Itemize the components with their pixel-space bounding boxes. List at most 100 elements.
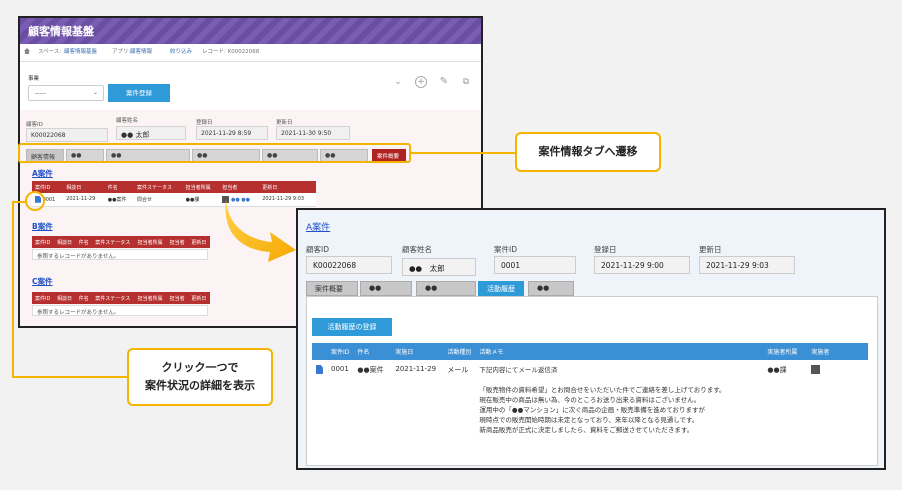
cell-status: 問合せ <box>134 193 183 207</box>
col-dept: 実施者所属 <box>763 343 808 360</box>
customer-id-value: K00022068 <box>306 256 392 274</box>
customer-id-label: 顧客ID <box>26 122 43 128</box>
copy-icon[interactable]: ⧉ <box>460 76 472 88</box>
callout-connector <box>12 202 14 378</box>
case-detail-screenshot: A案件 顧客ID K00022068 顧客姓名 ●● 太郎 案件ID 0001 … <box>296 208 886 470</box>
col-case-id: 案件ID <box>327 343 354 360</box>
breadcrumb-filter-link[interactable]: 絞り込み <box>170 47 192 55</box>
empty-message: 参照するレコードがありません。 <box>32 249 208 260</box>
customer-id-value: K00022068 <box>26 128 108 142</box>
business-select[interactable]: ----- ⌄ <box>28 85 104 101</box>
cell-subject: ●●案件 <box>357 366 384 374</box>
customer-name-label: 顧客姓名 <box>116 118 139 124</box>
col-subject: 件名 <box>75 292 93 304</box>
cell-date: 2021-11-29 <box>63 193 105 207</box>
section-a-title[interactable]: A案件 <box>32 168 53 179</box>
registered-date-value: 2021-11-29 8:59 <box>196 126 268 140</box>
chevron-down-icon: ⌄ <box>92 89 98 96</box>
tab-4[interactable]: ●● <box>528 281 574 296</box>
cell-date: 2021-11-29 <box>395 365 437 373</box>
col-subject: 件名 <box>353 343 392 360</box>
col-date: 相談日 <box>63 181 105 193</box>
home-icon[interactable] <box>24 48 30 54</box>
cell-subject: ●●案件 <box>104 193 135 207</box>
memo-line: 現時点での販売開始時期は未定となっており、来年以降となる見通しです。 <box>479 416 699 424</box>
memo-line: 下記内容にてメール返信済 <box>479 366 558 374</box>
col-icon <box>312 343 327 360</box>
customer-id-label: 顧客ID <box>306 245 329 254</box>
table-row[interactable]: 0001 ●●案件 2021-11-29 メール 下記内容にてメール返信済 「販… <box>312 360 868 440</box>
case-id-label: 案件ID <box>494 245 517 254</box>
cell-case-id: 0001 <box>331 365 349 373</box>
breadcrumb-app-label: アプリ: <box>112 49 131 55</box>
tab-bar-highlight <box>18 143 411 163</box>
col-dept: 担当者所属 <box>134 236 167 248</box>
updated-date-label: 更新日 <box>699 245 722 254</box>
col-dept: 担当者所属 <box>134 292 167 304</box>
col-person: 担当者 <box>166 292 189 304</box>
customer-name-value: ●● 太郎 <box>116 126 186 140</box>
col-updated: 更新日 <box>188 292 210 304</box>
col-type: 活動種別 <box>443 343 476 360</box>
registered-date-label: 登録日 <box>594 245 617 254</box>
col-dept: 担当者所属 <box>182 181 220 193</box>
add-icon[interactable]: + <box>415 76 427 88</box>
memo-line: 現在販売中の商品は無い為、今のところお送り出来る資料はございません。 <box>479 396 701 404</box>
app-header: 顧客情報基盤 <box>20 18 481 44</box>
col-updated: 更新日 <box>188 236 210 248</box>
breadcrumb: スペース: 顧客情報基盤 アプリ: 顧客情報 絞り込み レコード: K00022… <box>20 46 481 60</box>
section-b-title[interactable]: B案件 <box>32 221 53 232</box>
app-title: 顧客情報基盤 <box>28 25 94 38</box>
case-title[interactable]: A案件 <box>306 220 330 233</box>
cell-type: メール <box>447 366 469 374</box>
cell-dept: ●●課 <box>767 366 787 374</box>
divider <box>20 61 481 62</box>
tab-case-overview[interactable]: 案件概要 <box>306 281 358 296</box>
register-case-button[interactable]: 案件登録 <box>108 84 170 102</box>
registered-date-label: 登録日 <box>196 120 213 126</box>
memo-line: 運用中の「●●マンション」に次ぐ商品の企画・販売準備を進めておりますが <box>479 406 706 414</box>
case-c-table: 案件ID 相談日 件名 案件ステータス 担当者所属 担当者 更新日 <box>32 292 210 304</box>
memo-line: 「販売物件の資料希望」とお問合せをいただいた件でご連絡を差し上げております。 <box>479 386 726 394</box>
business-label: 事業 <box>28 76 40 82</box>
customer-name-label: 顧客姓名 <box>402 245 432 254</box>
col-memo: 活動メモ <box>475 343 764 360</box>
register-activity-button[interactable]: 活動履歴の登録 <box>312 318 392 336</box>
updated-date-value: 2021-11-30 9:50 <box>276 126 350 140</box>
memo-line <box>479 375 759 385</box>
col-person: 担当者 <box>166 236 189 248</box>
case-id-value: 0001 <box>494 256 576 274</box>
edit-icon[interactable]: ✎ <box>438 76 450 88</box>
col-date: 実施日 <box>391 343 444 360</box>
tab-1[interactable]: ●● <box>360 281 412 296</box>
case-b-table: 案件ID 相談日 件名 案件ステータス 担当者所属 担当者 更新日 <box>32 236 210 248</box>
tab-2[interactable]: ●● <box>416 281 476 296</box>
chevron-down-icon[interactable]: ⌄ <box>392 76 404 88</box>
col-case-id: 案件ID <box>32 236 55 248</box>
document-icon[interactable] <box>316 365 323 374</box>
user-icon <box>811 365 821 374</box>
cell-dept: ●●課 <box>182 193 220 207</box>
col-status: 案件ステータス <box>92 292 135 304</box>
breadcrumb-app-link[interactable]: 顧客情報 <box>130 47 152 55</box>
business-select-value: ----- <box>35 90 46 97</box>
transition-arrow-icon <box>225 200 296 262</box>
section-c-title[interactable]: C案件 <box>32 276 53 287</box>
memo-line: 新商品販売が正式に決定しましたら、資料をご郵送させていただきます。 <box>479 426 694 434</box>
click-callout-line2: 案件状況の詳細を表示 <box>145 379 255 392</box>
col-subject: 件名 <box>104 181 135 193</box>
callout-connector <box>12 201 26 203</box>
col-person: 担当者 <box>219 181 260 193</box>
col-date: 相談日 <box>54 236 76 248</box>
tab-activity-history[interactable]: 活動履歴 <box>478 281 524 296</box>
customer-name-value: ●● 太郎 <box>402 258 476 276</box>
tab-callout: 案件情報タブへ遷移 <box>515 132 661 172</box>
breadcrumb-space-link[interactable]: 顧客情報基盤 <box>64 47 97 55</box>
registered-date-value: 2021-11-29 9:00 <box>594 256 690 274</box>
updated-date-label: 更新日 <box>276 120 293 126</box>
callout-connector <box>12 376 128 378</box>
updated-date-value: 2021-11-29 9:03 <box>699 256 795 274</box>
col-status: 案件ステータス <box>92 236 135 248</box>
breadcrumb-space-label: スペース: <box>38 49 62 55</box>
empty-message: 参照するレコードがありません。 <box>32 305 208 316</box>
